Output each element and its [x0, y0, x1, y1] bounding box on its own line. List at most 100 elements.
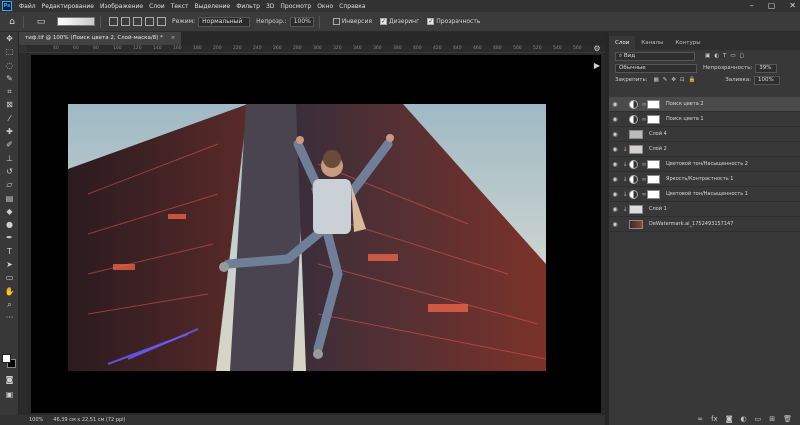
shape-tool-icon[interactable]: ▭ [0, 271, 19, 284]
menu-select[interactable]: Выделение [191, 3, 233, 10]
zoom-level[interactable]: 100% [29, 415, 43, 425]
add-mask-icon[interactable]: ◙ [726, 415, 733, 423]
menu-3d[interactable]: 3D [263, 3, 277, 10]
layer-row[interactable]: ◉ ↓ ∞ Цветовой тон/Насыщенность 1 [609, 187, 800, 202]
brush-tool-icon[interactable]: ✐ [0, 138, 19, 151]
diamond-gradient-button[interactable] [157, 17, 166, 26]
move-tool-icon[interactable]: ✥ [0, 32, 19, 45]
eraser-tool-icon[interactable]: ▱ [0, 178, 19, 191]
menu-filter[interactable]: Фильтр [233, 3, 263, 10]
visibility-eye-icon[interactable]: ◉ [609, 161, 621, 168]
crop-tool-icon[interactable]: ⌗ [0, 85, 19, 98]
layer-mask-thumbnail[interactable] [647, 159, 660, 169]
layer-filter-select[interactable]: ⌕ Вид [615, 51, 695, 61]
layer-row[interactable]: ◉ ∞ Поиск цвета 1 [609, 112, 800, 127]
minimize-icon[interactable]: – [750, 1, 754, 10]
frame-tool-icon[interactable]: ⊠ [0, 98, 19, 111]
menu-help[interactable]: Справка [336, 3, 368, 10]
menu-edit[interactable]: Редактирование [39, 3, 97, 10]
layer-mask-thumbnail[interactable] [647, 174, 660, 184]
menu-window[interactable]: Окно [314, 3, 336, 10]
layer-style-icon[interactable]: fx [711, 415, 718, 423]
mode-select[interactable]: Нормальный [198, 16, 251, 27]
document-canvas[interactable] [31, 55, 601, 413]
tab-layers[interactable]: Слои [609, 36, 636, 50]
history-brush-tool-icon[interactable]: ↺ [0, 165, 19, 178]
menu-type[interactable]: Текст [168, 3, 192, 10]
visibility-eye-icon[interactable]: ◉ [609, 206, 621, 213]
quick-mask-icon[interactable]: ◙ [0, 373, 19, 386]
menu-view[interactable]: Просмотр [277, 3, 314, 10]
home-icon[interactable]: ⌂ [6, 16, 18, 28]
fill-field[interactable]: 100% [754, 75, 780, 85]
close-icon[interactable]: ✕ [789, 1, 796, 10]
color-swatches[interactable] [2, 354, 17, 369]
visibility-eye-icon[interactable]: ◉ [609, 146, 621, 153]
angle-gradient-button[interactable] [133, 17, 142, 26]
screen-mode-icon[interactable]: ▣ [0, 388, 19, 401]
tab-channels[interactable]: Каналы [635, 36, 669, 50]
type-tool-icon[interactable]: T [0, 245, 19, 258]
layer-row[interactable]: ◉ ↓ Слой 1 [609, 202, 800, 217]
layer-mask-thumbnail[interactable] [647, 99, 660, 109]
maximize-icon[interactable]: ▢ [768, 1, 776, 10]
gradient-swatch[interactable] [57, 17, 95, 26]
visibility-eye-icon[interactable]: ◉ [609, 221, 621, 228]
eyedropper-tool-icon[interactable]: ⁄ [0, 112, 19, 125]
reflected-gradient-button[interactable] [145, 17, 154, 26]
new-adjustment-icon[interactable]: ◐ [741, 415, 747, 423]
hand-tool-icon[interactable]: ✋ [0, 285, 19, 298]
marquee-tool-icon[interactable]: ⬚ [0, 45, 19, 58]
new-group-icon[interactable]: ▭ [755, 415, 762, 423]
new-layer-icon[interactable]: ⊞ [769, 415, 775, 423]
foreground-color-swatch[interactable] [2, 354, 11, 363]
blur-tool-icon[interactable]: ◆ [0, 205, 19, 218]
visibility-eye-icon[interactable]: ◉ [609, 176, 621, 183]
filter-icons[interactable]: ▣◐T▭◻ [705, 53, 748, 59]
history-panel-icon[interactable]: ⚙ [589, 44, 605, 53]
linear-gradient-button[interactable] [109, 17, 118, 26]
dither-checkbox[interactable]: ✓ [379, 18, 387, 25]
inverse-checkbox[interactable] [332, 18, 340, 25]
document-tab[interactable]: тиф.tif @ 100% (Поиск цвета 2, Слой-маск… [19, 32, 182, 45]
zoom-tool-icon[interactable]: ⌕ [0, 298, 19, 311]
layer-row[interactable]: ◉ ↓ ∞ Яркость/Контрастность 1 [609, 172, 800, 187]
actions-panel-icon[interactable]: ▶ [589, 61, 605, 70]
visibility-eye-icon[interactable]: ◉ [609, 101, 621, 108]
lasso-tool-icon[interactable]: ◌ [0, 59, 19, 72]
visibility-eye-icon[interactable]: ◉ [609, 116, 621, 123]
healing-brush-tool-icon[interactable]: ✚ [0, 125, 19, 138]
layer-mask-thumbnail[interactable] [647, 114, 660, 124]
layer-mask-thumbnail[interactable] [647, 189, 660, 199]
tool-preset-icon[interactable]: ▭ [35, 16, 47, 28]
delete-layer-icon[interactable]: 🗑 [783, 415, 792, 423]
gradient-tool-icon[interactable]: ▤ [0, 192, 19, 205]
layer-row[interactable]: ◉ ∞ Поиск цвета 2 [609, 97, 800, 112]
path-select-tool-icon[interactable]: ➤ [0, 258, 19, 271]
visibility-eye-icon[interactable]: ◉ [609, 191, 621, 198]
link-layers-icon[interactable]: ∞ [697, 415, 703, 423]
blend-mode-select[interactable]: Обычные [615, 63, 697, 73]
ruler-mark: 260 [273, 46, 282, 51]
layer-row[interactable]: ◉ Слой 4 [609, 127, 800, 142]
menu-image[interactable]: Изображение [97, 3, 146, 10]
tab-paths[interactable]: Контуры [669, 36, 706, 50]
dodge-tool-icon[interactable]: ● [0, 218, 19, 231]
quick-select-tool-icon[interactable]: ✎ [0, 72, 19, 85]
more-tools-icon[interactable]: ··· [0, 311, 19, 324]
opacity-field[interactable]: 100% [289, 16, 314, 27]
clone-stamp-tool-icon[interactable]: ⊥ [0, 152, 19, 165]
lock-icons[interactable]: ▦✎✥⊡🔒 [654, 77, 700, 83]
layer-row[interactable]: ◉ ↓ Слой 2 [609, 142, 800, 157]
menu-layers[interactable]: Слои [146, 3, 168, 10]
transparency-checkbox[interactable]: ✓ [427, 18, 435, 25]
visibility-eye-icon[interactable]: ◉ [609, 131, 621, 138]
close-document-icon[interactable]: × [171, 35, 176, 41]
menu-file[interactable]: Файл [16, 3, 39, 10]
pen-tool-icon[interactable]: ✒ [0, 231, 19, 244]
layer-opacity-field[interactable]: 39% [755, 63, 778, 73]
layer-row[interactable]: ◉ DeWatermark.ai_1752493157147 [609, 217, 800, 232]
canvas-area[interactable] [27, 53, 605, 415]
layer-row[interactable]: ◉ ↓ ∞ Цветовой тон/Насыщенность 2 [609, 157, 800, 172]
radial-gradient-button[interactable] [121, 17, 130, 26]
